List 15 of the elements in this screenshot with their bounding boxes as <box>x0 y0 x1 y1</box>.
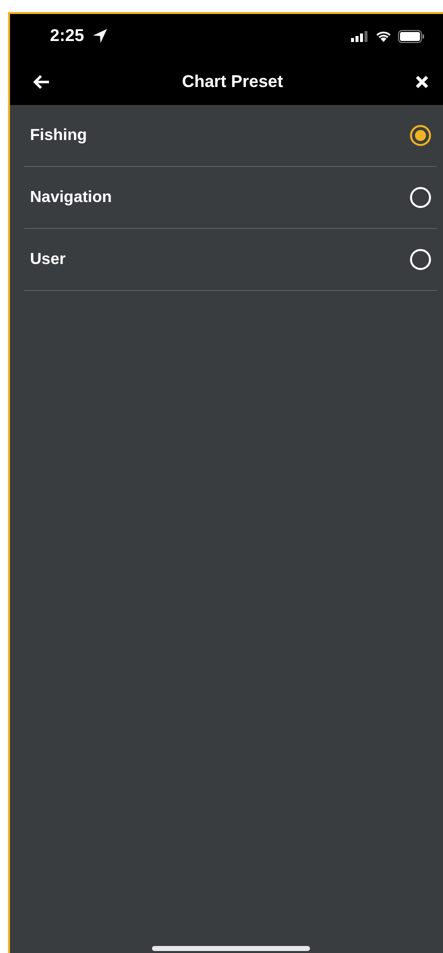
preset-option[interactable]: Fishing <box>24 105 437 167</box>
back-arrow-icon <box>32 74 50 90</box>
battery-icon <box>398 30 425 42</box>
signal-icon <box>351 30 369 42</box>
preset-option[interactable]: User <box>24 229 437 291</box>
close-icon <box>414 74 429 88</box>
preset-option[interactable]: Navigation <box>24 167 437 229</box>
location-arrow-icon <box>92 28 108 44</box>
page-title: Chart Preset <box>182 72 284 92</box>
option-label: Navigation <box>30 188 112 206</box>
option-label: User <box>30 250 66 268</box>
wifi-icon <box>375 30 392 42</box>
option-label: Fishing <box>30 126 87 144</box>
status-time: 2:25 <box>50 26 84 46</box>
radio-button[interactable] <box>410 125 431 146</box>
